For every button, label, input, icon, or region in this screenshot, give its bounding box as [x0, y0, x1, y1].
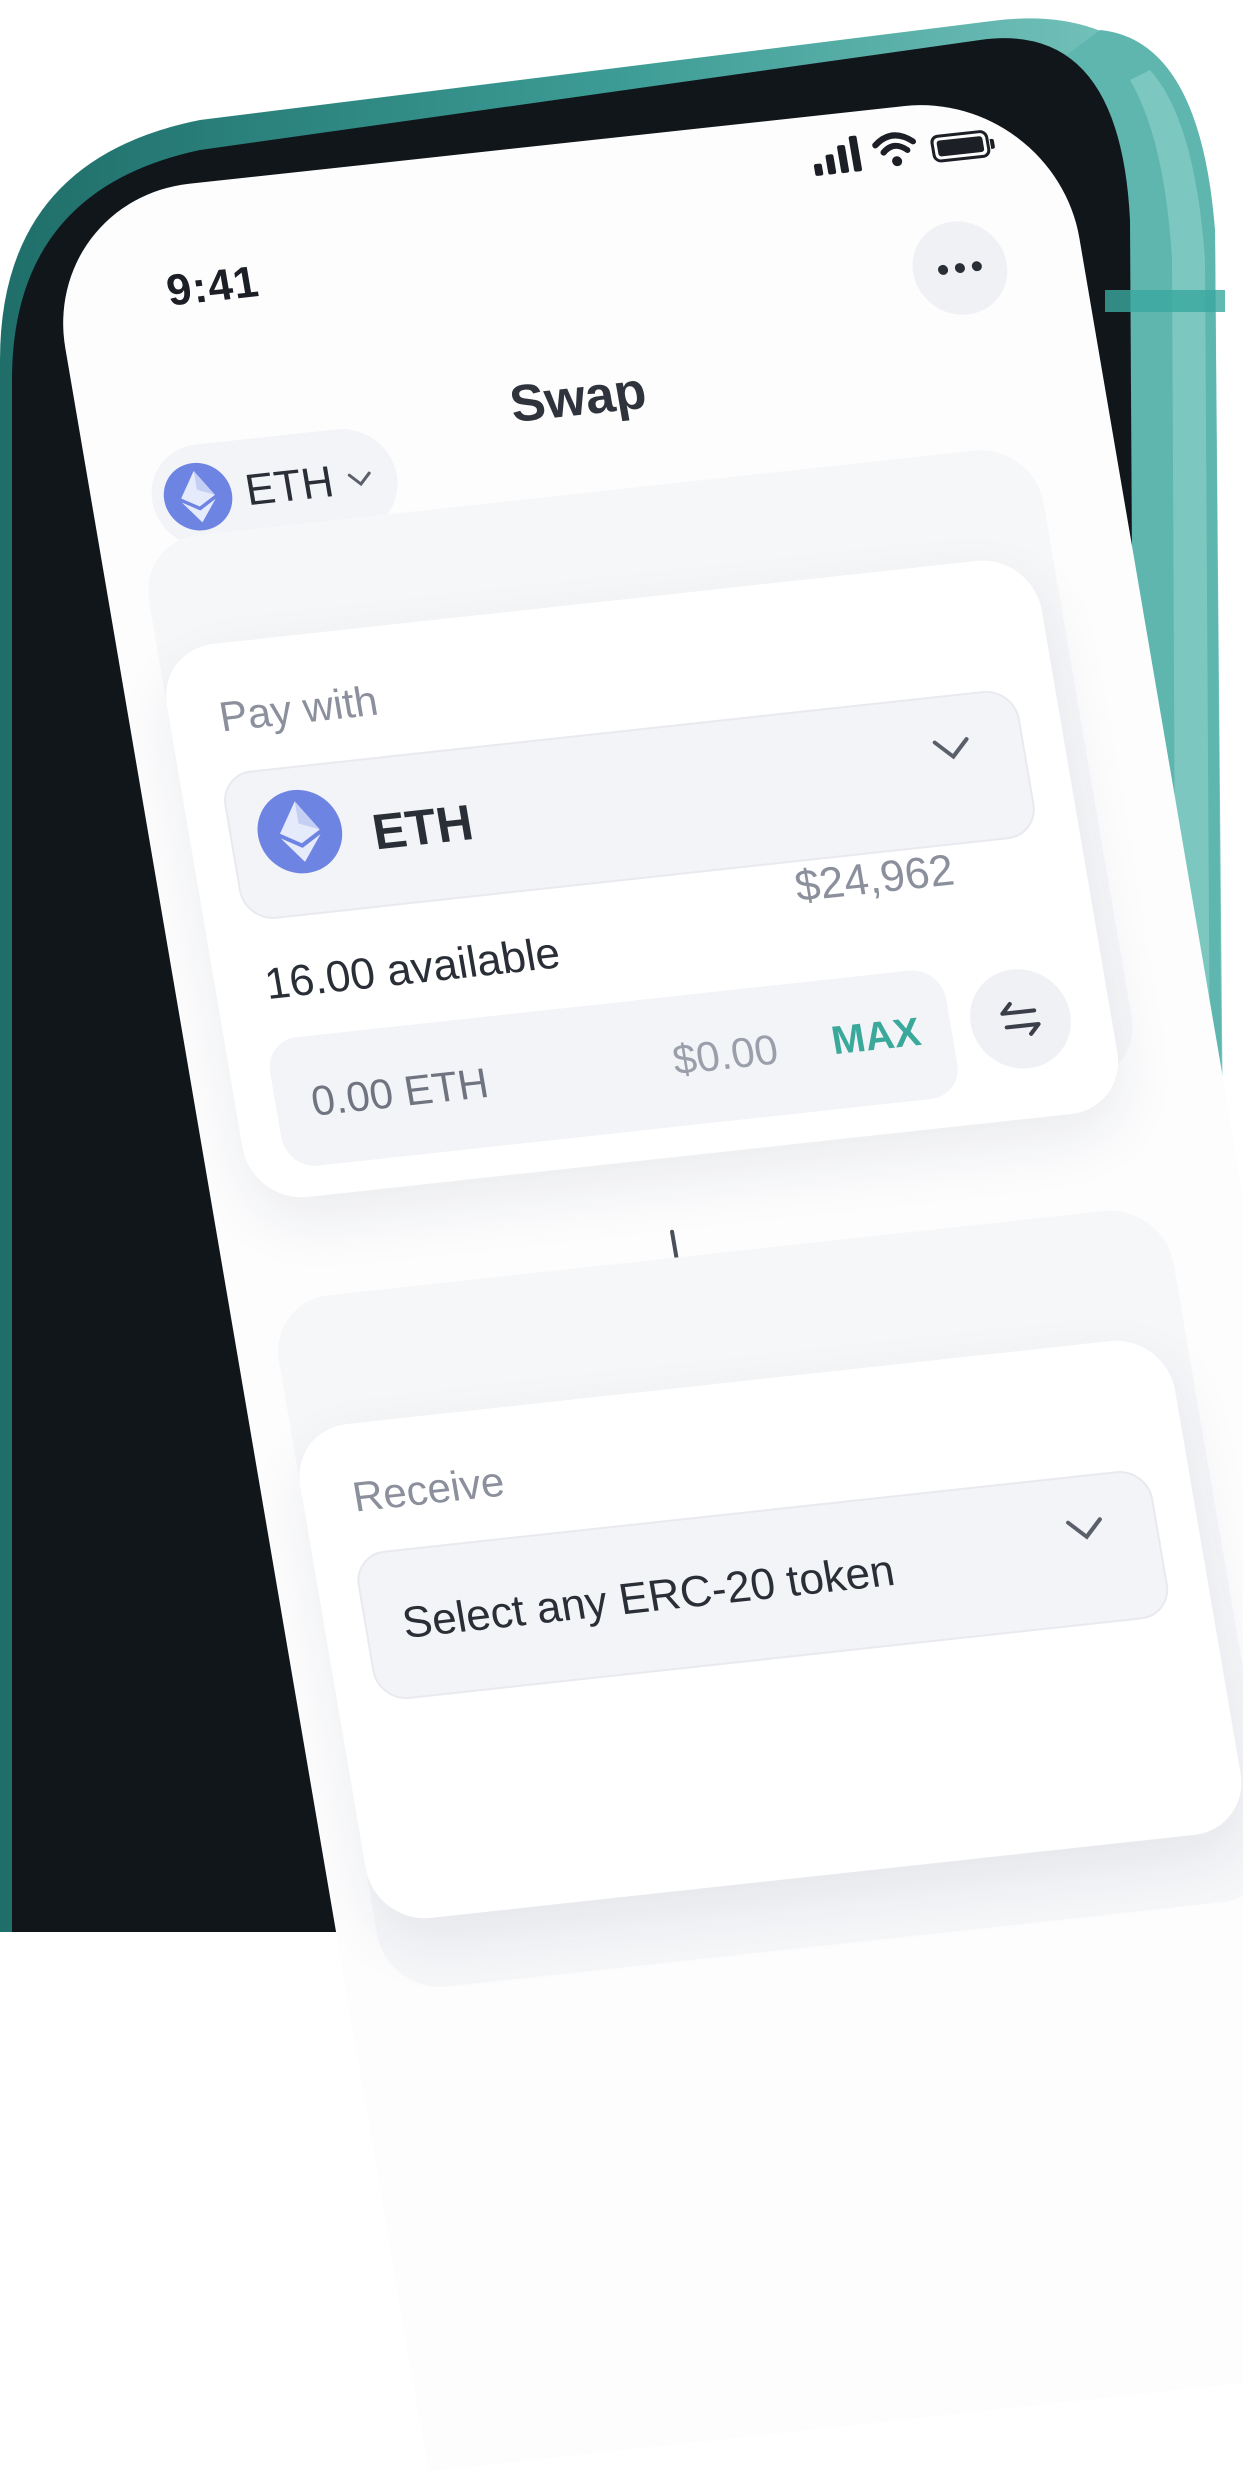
pay-token-name: ETH	[368, 794, 478, 861]
more-horizontal-icon	[937, 260, 983, 276]
more-options-button[interactable]	[905, 216, 1015, 320]
chevron-down-icon	[347, 471, 371, 487]
page-title: Swap	[505, 362, 651, 435]
pay-with-card: Pay with ETH 16.00 available $24,962 0.0	[157, 554, 1127, 1203]
available-balance: 16.00 available	[261, 928, 564, 1009]
pay-with-label: Pay with	[215, 676, 382, 741]
receive-token-placeholder: Select any ERC-20 token	[398, 1546, 899, 1648]
ethereum-icon	[251, 785, 349, 878]
receive-label: Receive	[348, 1457, 508, 1521]
receive-card: Receive Select any ERC-20 token	[290, 1335, 1243, 1924]
amount-usd: $0.00	[669, 1025, 782, 1084]
chevron-down-icon	[1066, 1517, 1102, 1540]
max-button[interactable]: MAX	[828, 1010, 924, 1064]
network-label: ETH	[241, 457, 338, 516]
phone-frame: 9:41 Swap ETH Pay with ETH 16.00 availab…	[0, 0, 1243, 2471]
swap-horizontal-icon	[1000, 1001, 1041, 1036]
toggle-currency-button[interactable]	[962, 964, 1079, 1074]
status-time: 9:41	[162, 257, 263, 316]
chevron-down-icon	[932, 737, 969, 760]
status-icons	[809, 117, 992, 177]
battery-icon	[929, 129, 992, 164]
wifi-icon	[872, 132, 917, 167]
amount-placeholder: 0.00 ETH	[307, 1059, 492, 1125]
cellular-signal-icon	[809, 132, 863, 177]
ethereum-icon	[158, 459, 238, 534]
